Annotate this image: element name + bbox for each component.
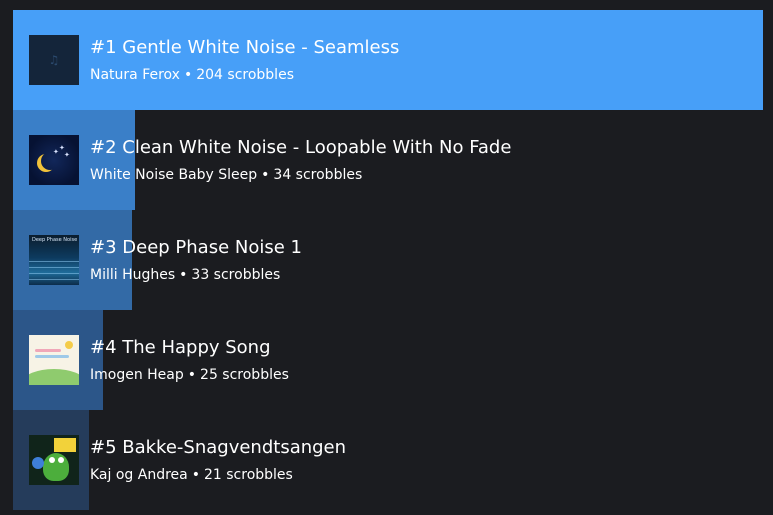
album-art-3[interactable]: Deep Phase Noise [29, 235, 79, 285]
wave-line [29, 279, 79, 280]
art-text-line [35, 355, 69, 358]
track-artist-4[interactable]: Imogen Heap [90, 367, 184, 383]
track-artist-3[interactable]: Milli Hughes [90, 267, 175, 283]
star-icon: ✦ [64, 151, 70, 159]
track-title-1[interactable]: #1 Gentle White Noise - Seamless [90, 37, 399, 59]
album-art-4[interactable] [29, 335, 79, 385]
wave-line [29, 267, 79, 268]
separator-dot: • [191, 466, 200, 483]
track-title-2[interactable]: #2 Clean White Noise - Loopable With No … [90, 137, 511, 159]
hill-shape [29, 369, 79, 385]
separator-dot: • [179, 266, 188, 283]
separator-dot: • [183, 66, 193, 83]
track-title-4[interactable]: #4 The Happy Song [90, 337, 289, 359]
sun-icon [65, 341, 73, 349]
track-title-3[interactable]: #3 Deep Phase Noise 1 [90, 237, 302, 259]
track-row-5[interactable]: #5 Bakke-Snagvendtsangen Kaj og Andrea • 2… [13, 410, 773, 510]
separator-dot: • [261, 166, 270, 183]
track-row-1[interactable]: ♫ #1 Gentle White Noise - Seamless Natur… [13, 10, 773, 110]
art-title-block [54, 438, 76, 452]
track-meta-2: White Noise Baby Sleep • 34 scrobbles [90, 167, 511, 184]
art-text-line [35, 349, 61, 352]
album-art-2[interactable]: ✦ ✦ ✦ [29, 135, 79, 185]
track-title-5[interactable]: #5 Bakke-Snagvendtsangen [90, 437, 346, 459]
track-row-3[interactable]: Deep Phase Noise #3 Deep Phase Noise 1 M… [13, 210, 773, 310]
track-scrobbles-1: 204 scrobbles [196, 66, 294, 83]
track-row-2[interactable]: ✦ ✦ ✦ #2 Clean White Noise - Loopable Wi… [13, 110, 773, 210]
track-meta-1: Natura Ferox • 204 scrobbles [90, 67, 399, 84]
track-artist-1[interactable]: Natura Ferox [90, 67, 180, 83]
track-row-4[interactable]: #4 The Happy Song Imogen Heap • 25 scrobbl… [13, 310, 773, 410]
star-icon: ✦ [53, 148, 59, 156]
creature-shape [43, 453, 69, 481]
track-artist-5[interactable]: Kaj og Andrea [90, 467, 188, 483]
album-art-5[interactable] [29, 435, 79, 485]
track-scrobbles-4: 25 scrobbles [200, 366, 289, 383]
track-scrobbles-5: 21 scrobbles [204, 466, 293, 483]
track-meta-3: Milli Hughes • 33 scrobbles [90, 267, 302, 284]
album-art-1[interactable]: ♫ [29, 35, 79, 85]
wave-line [29, 261, 79, 262]
top-tracks-list: ♫ #1 Gentle White Noise - Seamless Natur… [13, 10, 773, 510]
track-scrobbles-2: 34 scrobbles [273, 166, 363, 183]
bird-shape [32, 457, 44, 469]
track-scrobbles-3: 33 scrobbles [191, 266, 281, 283]
music-note-icon: ♫ [48, 53, 60, 67]
wave-line [29, 273, 79, 274]
eye-shape [49, 457, 55, 463]
eye-shape [58, 457, 64, 463]
track-artist-2[interactable]: White Noise Baby Sleep [90, 167, 257, 183]
track-meta-5: Kaj og Andrea • 21 scrobbles [90, 467, 346, 484]
separator-dot: • [187, 366, 197, 383]
track-meta-4: Imogen Heap • 25 scrobbles [90, 367, 289, 384]
album-art-caption: Deep Phase Noise [32, 237, 78, 243]
